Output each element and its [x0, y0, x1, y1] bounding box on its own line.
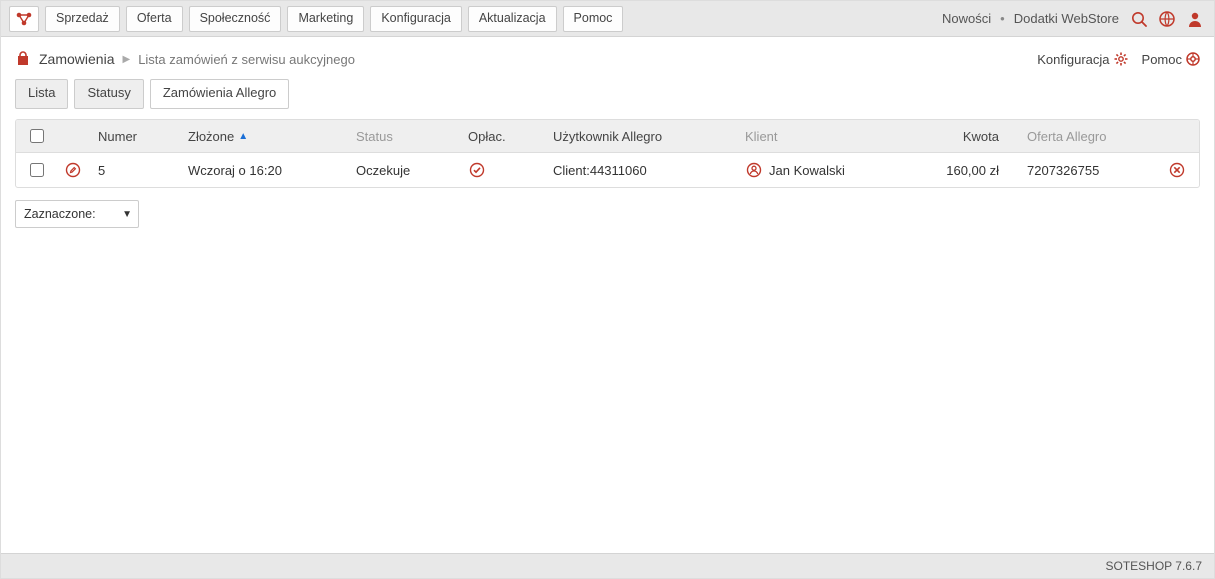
table-header: Numer Złożone ▲ Status Opłac. Użytkownik…: [16, 120, 1199, 153]
row-number: 5: [90, 163, 180, 178]
header-paid[interactable]: Opłac.: [460, 129, 545, 144]
row-client-name[interactable]: Jan Kowalski: [769, 163, 845, 178]
chevron-right-icon: ▶: [122, 54, 130, 65]
breadcrumb-main[interactable]: Zamowienia: [39, 51, 114, 67]
nav-update[interactable]: Aktualizacja: [468, 6, 557, 32]
row-checkbox[interactable]: [30, 163, 44, 177]
nav-community[interactable]: Społeczność: [189, 6, 282, 32]
content-area: Zamowienia ▶ Lista zamówień z serwisu au…: [1, 37, 1214, 553]
page-help-link[interactable]: Pomoc: [1142, 52, 1200, 67]
topbar-separator: •: [1000, 11, 1005, 26]
tab-allegro-orders[interactable]: Zamówienia Allegro: [150, 79, 289, 109]
footer: SOTESHOP 7.6.7: [1, 553, 1214, 578]
bulk-actions: Zaznaczone: ▼: [15, 200, 1200, 228]
row-allegro-user: Client:44311060: [545, 163, 737, 178]
bulk-select-label: Zaznaczone:: [24, 207, 96, 221]
nav-marketing[interactable]: Marketing: [287, 6, 364, 32]
chevron-down-icon: ▼: [122, 209, 132, 220]
orders-table: Numer Złożone ▲ Status Opłac. Użytkownik…: [15, 119, 1200, 188]
delete-icon[interactable]: [1168, 161, 1186, 179]
nav-configuration[interactable]: Konfiguracja: [370, 6, 462, 32]
page-config-label: Konfiguracja: [1037, 52, 1109, 67]
help-icon: [1186, 52, 1200, 66]
nav-help[interactable]: Pomoc: [563, 6, 624, 32]
row-placed: Wczoraj o 16:20: [180, 163, 348, 178]
bulk-select[interactable]: Zaznaczone: ▼: [15, 200, 139, 228]
table-row: 5 Wczoraj o 16:20 Oczekuje Client:443110…: [16, 153, 1199, 187]
globe-icon[interactable]: [1156, 8, 1178, 30]
header-offer[interactable]: Oferta Allegro: [1007, 129, 1155, 144]
page-help-label: Pomoc: [1142, 52, 1182, 67]
user-icon[interactable]: [1184, 8, 1206, 30]
header-allegro-user[interactable]: Użytkownik Allegro: [545, 129, 737, 144]
client-icon: [745, 161, 763, 179]
edit-icon[interactable]: [64, 161, 82, 179]
nav-offer[interactable]: Oferta: [126, 6, 183, 32]
header-placed-label: Złożone: [188, 129, 234, 144]
breadcrumb-sub: Lista zamówień z serwisu aukcyjnego: [138, 52, 355, 67]
row-status: Oczekuje: [348, 163, 460, 178]
header-status[interactable]: Status: [348, 129, 460, 144]
breadcrumb: Zamowienia ▶ Lista zamówień z serwisu au…: [15, 47, 1200, 71]
nav-sales[interactable]: Sprzedaż: [45, 6, 120, 32]
header-client[interactable]: Klient: [737, 129, 917, 144]
search-icon[interactable]: [1128, 8, 1150, 30]
row-offer[interactable]: 7207326755: [1007, 163, 1155, 178]
topbar-news-link[interactable]: Nowości: [942, 11, 991, 26]
header-amount[interactable]: Kwota: [917, 129, 1007, 144]
page-config-link[interactable]: Konfiguracja: [1037, 52, 1127, 67]
topbar-addons-link[interactable]: Dodatki WebStore: [1014, 11, 1119, 26]
paid-check-icon: [468, 161, 486, 179]
header-number[interactable]: Numer: [90, 129, 180, 144]
select-all-checkbox[interactable]: [30, 129, 44, 143]
topbar: Sprzedaż Oferta Społeczność Marketing Ko…: [1, 1, 1214, 37]
orders-icon: [15, 51, 31, 67]
sort-asc-icon: ▲: [238, 131, 248, 142]
row-amount: 160,00 zł: [917, 163, 1007, 178]
gear-icon: [1114, 52, 1128, 66]
header-placed[interactable]: Złożone ▲: [180, 129, 348, 144]
tab-list[interactable]: Lista: [15, 79, 68, 109]
tabs: Lista Statusy Zamówienia Allegro: [15, 79, 1200, 109]
brand-logo[interactable]: [9, 6, 39, 32]
tab-statuses[interactable]: Statusy: [74, 79, 143, 109]
footer-version: SOTESHOP 7.6.7: [1106, 559, 1203, 573]
